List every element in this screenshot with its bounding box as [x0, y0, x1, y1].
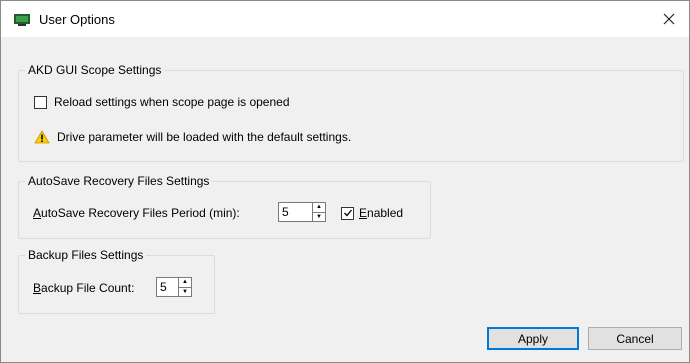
backup-settings-group: Backup Files Settings Backup File Count:…	[18, 248, 215, 314]
enabled-mnemonic: E	[359, 206, 368, 220]
backup-count-label: Backup File Count:	[33, 281, 134, 295]
autosave-period-stepper[interactable]: 5 ▲ ▼	[278, 202, 326, 222]
spin-down-button[interactable]: ▼	[313, 213, 325, 222]
spin-up-button[interactable]: ▲	[313, 203, 325, 213]
reload-settings-row: Reload settings when scope page is opene…	[34, 95, 290, 109]
spin-up-button[interactable]: ▲	[179, 278, 191, 288]
warning-row: Drive parameter will be loaded with the …	[34, 130, 351, 144]
close-icon	[663, 13, 675, 25]
close-button[interactable]	[649, 1, 689, 37]
autosave-settings-group: AutoSave Recovery Files Settings AutoSav…	[18, 174, 431, 239]
backup-count-spin-buttons: ▲ ▼	[178, 277, 192, 297]
cancel-button[interactable]: Cancel	[588, 327, 682, 350]
warning-text: Drive parameter will be loaded with the …	[57, 130, 352, 144]
autosave-period-label: AutoSave Recovery Files Period (min):	[33, 206, 240, 220]
reload-settings-checkbox[interactable]	[34, 95, 47, 109]
enabled-label[interactable]: Enabled	[359, 206, 403, 220]
apply-button[interactable]: Apply	[487, 327, 579, 350]
backup-settings-title: Backup Files Settings	[25, 248, 147, 262]
window-title: User Options	[39, 12, 115, 27]
autosave-period-input[interactable]: 5	[278, 202, 312, 222]
apply-button-label: Apply	[517, 331, 549, 346]
cancel-button-label: Cancel	[616, 331, 654, 346]
autosave-period-mnemonic: A	[33, 206, 42, 220]
spin-down-button[interactable]: ▼	[179, 288, 191, 297]
autosave-period-label-text: utoSave Recovery Files Period (min):	[41, 206, 240, 220]
enabled-checkbox[interactable]	[341, 206, 354, 220]
checkmark-icon	[343, 209, 352, 217]
akd-scope-settings-group: AKD GUI Scope Settings Reload settings w…	[18, 63, 684, 162]
warning-icon	[34, 130, 50, 144]
backup-count-mnemonic: B	[33, 281, 42, 295]
akd-scope-settings-title: AKD GUI Scope Settings	[25, 63, 165, 77]
autosave-settings-title: AutoSave Recovery Files Settings	[25, 174, 213, 188]
enabled-label-text: nabled	[367, 206, 404, 220]
backup-count-stepper[interactable]: 5 ▲ ▼	[156, 277, 192, 297]
app-icon	[14, 14, 30, 26]
backup-count-label-text: ackup File Count:	[41, 281, 135, 295]
enabled-row: Enabled	[341, 206, 403, 220]
reload-settings-label[interactable]: Reload settings when scope page is opene…	[54, 95, 290, 109]
autosave-period-spin-buttons: ▲ ▼	[312, 202, 326, 222]
user-options-dialog: User Options AKD GUI Scope Settings Relo…	[0, 0, 690, 363]
title-bar: User Options	[1, 1, 689, 37]
backup-count-input[interactable]: 5	[156, 277, 178, 297]
